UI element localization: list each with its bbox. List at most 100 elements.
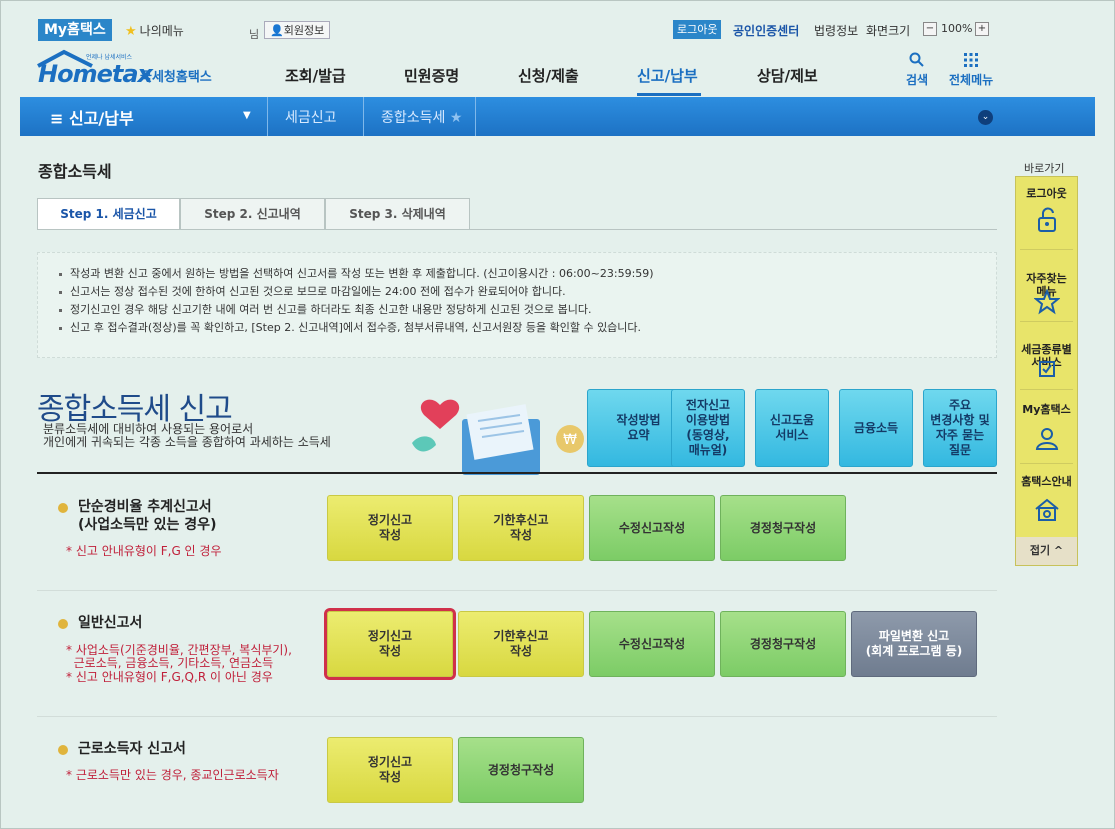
page-title: 종합소득세 [38,162,112,181]
caret-down-icon[interactable]: ▼ [243,110,251,121]
file-convert-button[interactable]: 파일변환 신고 (회계 프로그램 등) [851,611,977,677]
row-divider [37,716,997,717]
person-icon: 👤 [270,24,284,37]
member-info-label: 회원정보 [283,24,325,37]
house-icon [1035,498,1059,521]
breadcrumb-divider [475,97,476,136]
quick-button-label: 금융소득 [853,420,899,435]
quick-logout[interactable]: 로그아웃 [1016,187,1077,232]
quick-button-label: 신고도움 서비스 [769,413,815,442]
gnb-active-underline [637,93,701,96]
unlock-icon [1038,207,1056,232]
quick-my-hometax[interactable]: My홈택스 [1016,403,1077,450]
quick-divider [1020,249,1073,250]
regular-report-button[interactable]: 정기신고 작성 [327,737,453,803]
my-hometax-button[interactable]: My홈택스 [38,19,112,41]
star-icon: ★ [125,24,137,39]
info-item: 신고서는 정상 접수된 것에 한하여 신고된 것으로 보므로 마감일에는 24:… [58,283,976,301]
tab-step1[interactable]: Step 1. 세금신고 [37,198,180,230]
breadcrumb-divider [363,97,364,136]
screen-size-label: 화면크기 [866,24,911,38]
chevron-down-icon[interactable]: ⌄ [978,110,993,125]
breadcrumb-tax-report[interactable]: 세금신고 [285,107,337,127]
star-outline-icon [1034,289,1060,315]
tab-step3[interactable]: Step 3. 삭제내역 [325,198,470,230]
breadcrumb-divider [267,97,268,136]
quick-button-help[interactable]: 신고도움 서비스 [755,389,829,467]
quick-button-finance[interactable]: 금융소득 [839,389,913,467]
row-divider [37,590,997,591]
quick-divider [1020,463,1073,464]
quick-button-label: 전자신고 이용방법 (동영상, 매뉴얼) [685,398,731,457]
user-suffix: 님 [249,28,260,41]
search-icon [909,52,924,67]
button-label: 기한후신고 작성 [493,629,549,658]
row-title-general: 일반신고서 [78,615,143,631]
hero-desc-line: 개인에게 귀속되는 각종 소득을 종합하여 과세하는 소득세 [43,435,331,449]
quick-button-guide[interactable]: 전자신고 이용방법 (동영상, 매뉴얼) [671,389,745,467]
info-item: 신고 후 접수결과(정상)를 꼭 확인하고, [Step 2. 신고내역]에서 … [58,319,976,337]
zoom-value: 100% [941,22,973,35]
my-menu-link[interactable]: ★ 나의메뉴 [125,22,184,39]
button-label: 수정신고작성 [618,520,686,535]
breadcrumb-bar: ≡ 신고/납부 ▼ 세금신고 종합소득세 ★ ⌄ [20,97,1095,136]
regular-report-button[interactable]: 정기신고 작성 [327,495,453,561]
user-icon [1035,428,1059,450]
gnb-consult[interactable]: 상담/제보 [757,65,818,86]
correction-claim-button[interactable]: 경정청구작성 [720,495,846,561]
amend-report-button[interactable]: 수정신고작성 [589,495,715,561]
quick-button-label: 작성방법 요약 [616,413,661,442]
quick-guide-label: 홈택스안내 [1021,475,1072,488]
quick-divider [1020,389,1073,390]
hero-divider [37,472,997,474]
gnb-apply[interactable]: 신청/제출 [518,65,579,86]
all-menu-button[interactable]: 전체메뉴 [949,52,993,88]
info-box: 작성과 변환 신고 중에서 원하는 방법을 선택하여 신고서를 작성 또는 변환… [37,252,997,358]
hometax-logo[interactable]: 언제나 납세서비스 Hometax 국세청홈택스 [36,48,236,90]
amend-report-button[interactable]: 수정신고작성 [589,611,715,677]
button-label: 수정신고작성 [618,636,686,651]
gnb-inquiry[interactable]: 조회/발급 [285,65,346,86]
quick-favorites[interactable]: 자주찾는 메뉴 [1016,259,1077,324]
late-report-button[interactable]: 기한후신고 작성 [458,611,584,677]
breadcrumb-menu-dropdown[interactable]: ≡ 신고/납부 [50,105,134,129]
quick-guide[interactable]: 홈택스안내 [1016,475,1077,521]
quick-menu-collapse-button[interactable]: 접기 ^ [1016,537,1077,565]
favorite-star-icon[interactable]: ★ [450,110,463,126]
logo-wordmark: Hometax [38,60,153,88]
correction-claim-button[interactable]: 경정청구작성 [720,611,846,677]
row-note: * 신고 안내유형이 F,G 인 경우 [66,544,222,558]
gnb-certificate[interactable]: 민원증명 [404,65,459,86]
quick-my-hometax-label: My홈택스 [1022,403,1071,416]
row-title-earned: 근로소득자 신고서 [78,741,186,757]
logo-korean: 국세청홈택스 [140,70,212,85]
button-label: 경정청구작성 [749,636,817,651]
quick-tax-service[interactable]: 세금종류별 서비스 [1016,330,1077,395]
button-label: 정기신고 작성 [367,513,413,542]
breadcrumb-income-tax[interactable]: 종합소득세 ★ [381,107,462,127]
svg-text:₩: ₩ [563,432,577,448]
search-button[interactable]: 검색 [906,52,928,88]
row-note: * 근로소득만 있는 경우, 종교인근로소득자 [66,768,279,782]
bullet-icon [58,745,68,755]
row-note: * 사업소득(기준경비율, 간편장부, 복식부기), 근로소득, 금융소득, 기… [66,643,292,670]
quick-button-faq[interactable]: 주요 변경사항 및 자주 묻는 질문 [923,389,997,467]
zoom-in-button[interactable]: + [975,22,989,36]
breadcrumb-income-tax-label: 종합소득세 [381,110,446,126]
late-report-button[interactable]: 기한후신고 작성 [458,495,584,561]
tab-step2[interactable]: Step 2. 신고내역 [180,198,325,230]
breadcrumb-menu-label: 신고/납부 [68,109,134,128]
correction-claim-button[interactable]: 경정청구작성 [458,737,584,803]
search-label: 검색 [906,73,929,87]
law-info-link[interactable]: 법령정보 [814,22,858,39]
all-menu-label: 전체메뉴 [949,73,994,87]
row-note: * 신고 안내유형이 F,G,Q,R 이 아닌 경우 [66,670,273,684]
member-info-button[interactable]: 👤회원정보 [264,21,331,39]
button-label: 파일변환 신고 (회계 프로그램 등) [865,629,963,658]
logout-button[interactable]: 로그아웃 [673,20,722,39]
gnb-report-pay[interactable]: 신고/납부 [637,65,698,86]
zoom-out-button[interactable]: − [923,22,937,36]
regular-report-button[interactable]: 정기신고 작성 [327,611,453,677]
cert-center-link[interactable]: 공인인증센터 [733,22,799,39]
info-item: 작성과 변환 신고 중에서 원하는 방법을 선택하여 신고서를 작성 또는 변환… [58,265,976,283]
